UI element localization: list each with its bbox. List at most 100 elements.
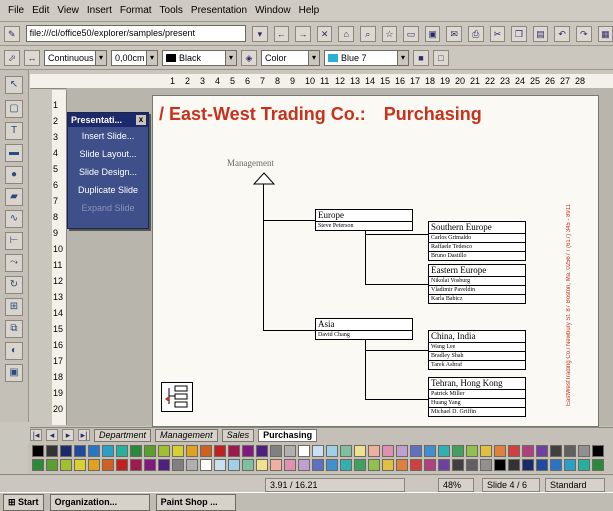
palette-swatch[interactable] bbox=[60, 445, 72, 457]
palette-swatch[interactable] bbox=[46, 459, 58, 471]
ellipse-icon[interactable]: ● bbox=[5, 166, 23, 184]
palette-swatch[interactable] bbox=[214, 459, 226, 471]
palette-swatch[interactable] bbox=[438, 459, 450, 471]
stop-icon[interactable]: ✕ bbox=[316, 25, 333, 42]
back-icon[interactable]: ← bbox=[273, 25, 290, 42]
palette-swatch[interactable] bbox=[480, 445, 492, 457]
prev-tab-icon[interactable]: ◂ bbox=[46, 429, 58, 441]
search-icon[interactable]: ⌕ bbox=[360, 25, 376, 42]
select-arrow-icon[interactable]: ⬀ bbox=[4, 49, 20, 66]
palette-swatch[interactable] bbox=[452, 459, 464, 471]
palette-swatch[interactable] bbox=[368, 445, 380, 457]
rectangle-icon[interactable]: ▬ bbox=[5, 144, 23, 162]
org-box-europe[interactable]: Europe Steve Peterson bbox=[315, 209, 413, 231]
palette-swatch[interactable] bbox=[256, 459, 268, 471]
palette-swatch[interactable] bbox=[74, 459, 86, 471]
insert-icon[interactable]: ▣ bbox=[5, 364, 23, 382]
start-button[interactable]: ⊞ Start bbox=[3, 493, 44, 511]
tab-sales[interactable]: Sales bbox=[221, 428, 255, 442]
zoom-level[interactable]: 48% bbox=[438, 478, 474, 492]
palette-swatch[interactable] bbox=[410, 445, 422, 457]
menu-help[interactable]: Help bbox=[299, 5, 320, 16]
palette-swatch[interactable] bbox=[508, 459, 520, 471]
palette-swatch[interactable] bbox=[46, 445, 58, 457]
fill-color-select[interactable]: Blue 7 bbox=[324, 49, 409, 66]
org-box-eastern-europe[interactable]: Eastern Europe Nikolai Vosburg Vladimir … bbox=[428, 264, 526, 304]
palette-swatch[interactable] bbox=[88, 459, 100, 471]
text-icon[interactable]: T bbox=[5, 122, 23, 140]
palette-swatch[interactable] bbox=[368, 459, 380, 471]
paste-icon[interactable]: ▤ bbox=[532, 25, 549, 42]
edit-file-icon[interactable]: ✎ bbox=[4, 25, 20, 42]
effects-icon[interactable]: ◐ bbox=[5, 342, 23, 360]
select-icon[interactable]: ↖ bbox=[5, 76, 23, 94]
copy-icon[interactable]: ❐ bbox=[511, 25, 527, 42]
palette-swatch[interactable] bbox=[102, 459, 114, 471]
palette-swatch[interactable] bbox=[396, 445, 408, 457]
expand-slide-button[interactable]: Expand Slide bbox=[68, 199, 148, 217]
slide-canvas[interactable]: / East-West Trading Co.: Purchasing EastW… bbox=[152, 95, 599, 427]
org-box-southern-europe[interactable]: Southern Europe Carlos Grimaldo Raffaele… bbox=[428, 221, 526, 261]
popup-title-bar[interactable]: Presentati... x bbox=[68, 113, 148, 127]
palette-swatch[interactable] bbox=[158, 459, 170, 471]
bookmark-icon[interactable]: ☆ bbox=[381, 25, 398, 42]
palette-swatch[interactable] bbox=[74, 445, 86, 457]
palette-swatch[interactable] bbox=[522, 459, 534, 471]
palette-swatch[interactable] bbox=[242, 445, 254, 457]
palette-swatch[interactable] bbox=[158, 445, 170, 457]
slide-title[interactable]: / East-West Trading Co.: Purchasing bbox=[159, 104, 482, 125]
forward-icon[interactable]: → bbox=[295, 25, 311, 42]
palette-swatch[interactable] bbox=[424, 459, 436, 471]
palette-swatch[interactable] bbox=[564, 459, 576, 471]
menu-format[interactable]: Format bbox=[120, 5, 152, 16]
palette-swatch[interactable] bbox=[32, 445, 44, 457]
palette-swatch[interactable] bbox=[298, 459, 310, 471]
insert-slide-button[interactable]: Insert Slide... bbox=[68, 127, 148, 145]
palette-swatch[interactable] bbox=[186, 445, 198, 457]
palette-swatch[interactable] bbox=[578, 459, 590, 471]
palette-swatch[interactable] bbox=[172, 459, 184, 471]
arrange-icon[interactable]: ⧉ bbox=[5, 320, 23, 338]
shadow-icon[interactable]: ■ bbox=[413, 49, 429, 66]
palette-swatch[interactable] bbox=[144, 445, 156, 457]
palette-swatch[interactable] bbox=[592, 459, 604, 471]
line-icon[interactable]: ⊢ bbox=[5, 232, 23, 250]
palette-swatch[interactable] bbox=[242, 459, 254, 471]
palette-swatch[interactable] bbox=[326, 459, 338, 471]
palette-swatch[interactable] bbox=[382, 445, 394, 457]
menu-window[interactable]: Window bbox=[255, 5, 291, 16]
palette-swatch[interactable] bbox=[438, 445, 450, 457]
palette-swatch[interactable] bbox=[116, 459, 128, 471]
cut-icon[interactable]: ✂ bbox=[489, 25, 506, 42]
tab-department[interactable]: Department bbox=[94, 428, 152, 442]
palette-swatch[interactable] bbox=[102, 445, 114, 457]
palette-swatch[interactable] bbox=[592, 445, 604, 457]
menu-file[interactable]: File bbox=[8, 5, 24, 16]
palette-swatch[interactable] bbox=[256, 445, 268, 457]
palette-swatch[interactable] bbox=[32, 459, 44, 471]
palette-swatch[interactable] bbox=[298, 445, 310, 457]
print-icon[interactable]: ⎙ bbox=[467, 25, 484, 42]
open-icon[interactable]: ▭ bbox=[403, 25, 419, 42]
palette-swatch[interactable] bbox=[550, 459, 562, 471]
slide-layout-button[interactable]: Slide Layout... bbox=[68, 145, 148, 163]
palette-swatch[interactable] bbox=[172, 445, 184, 457]
mail-icon[interactable]: ✉ bbox=[446, 25, 462, 42]
palette-swatch[interactable] bbox=[396, 459, 408, 471]
home-icon[interactable]: ⌂ bbox=[338, 25, 354, 42]
curve-icon[interactable]: ∿ bbox=[5, 210, 23, 228]
menu-edit[interactable]: Edit bbox=[32, 5, 49, 16]
palette-swatch[interactable] bbox=[228, 459, 240, 471]
menu-insert[interactable]: Insert bbox=[87, 5, 112, 16]
fill-bucket-icon[interactable]: ◈ bbox=[241, 49, 257, 66]
palette-swatch[interactable] bbox=[144, 459, 156, 471]
first-tab-icon[interactable]: |◂ bbox=[30, 429, 42, 441]
fill-type-select[interactable]: Color bbox=[261, 49, 320, 66]
palette-swatch[interactable] bbox=[88, 445, 100, 457]
palette-swatch[interactable] bbox=[550, 445, 562, 457]
close-icon[interactable]: x bbox=[136, 115, 146, 125]
palette-swatch[interactable] bbox=[508, 445, 520, 457]
palette-swatch[interactable] bbox=[424, 445, 436, 457]
alignment-icon[interactable]: ⊞ bbox=[5, 298, 23, 316]
redo-icon[interactable]: ↷ bbox=[575, 25, 592, 42]
